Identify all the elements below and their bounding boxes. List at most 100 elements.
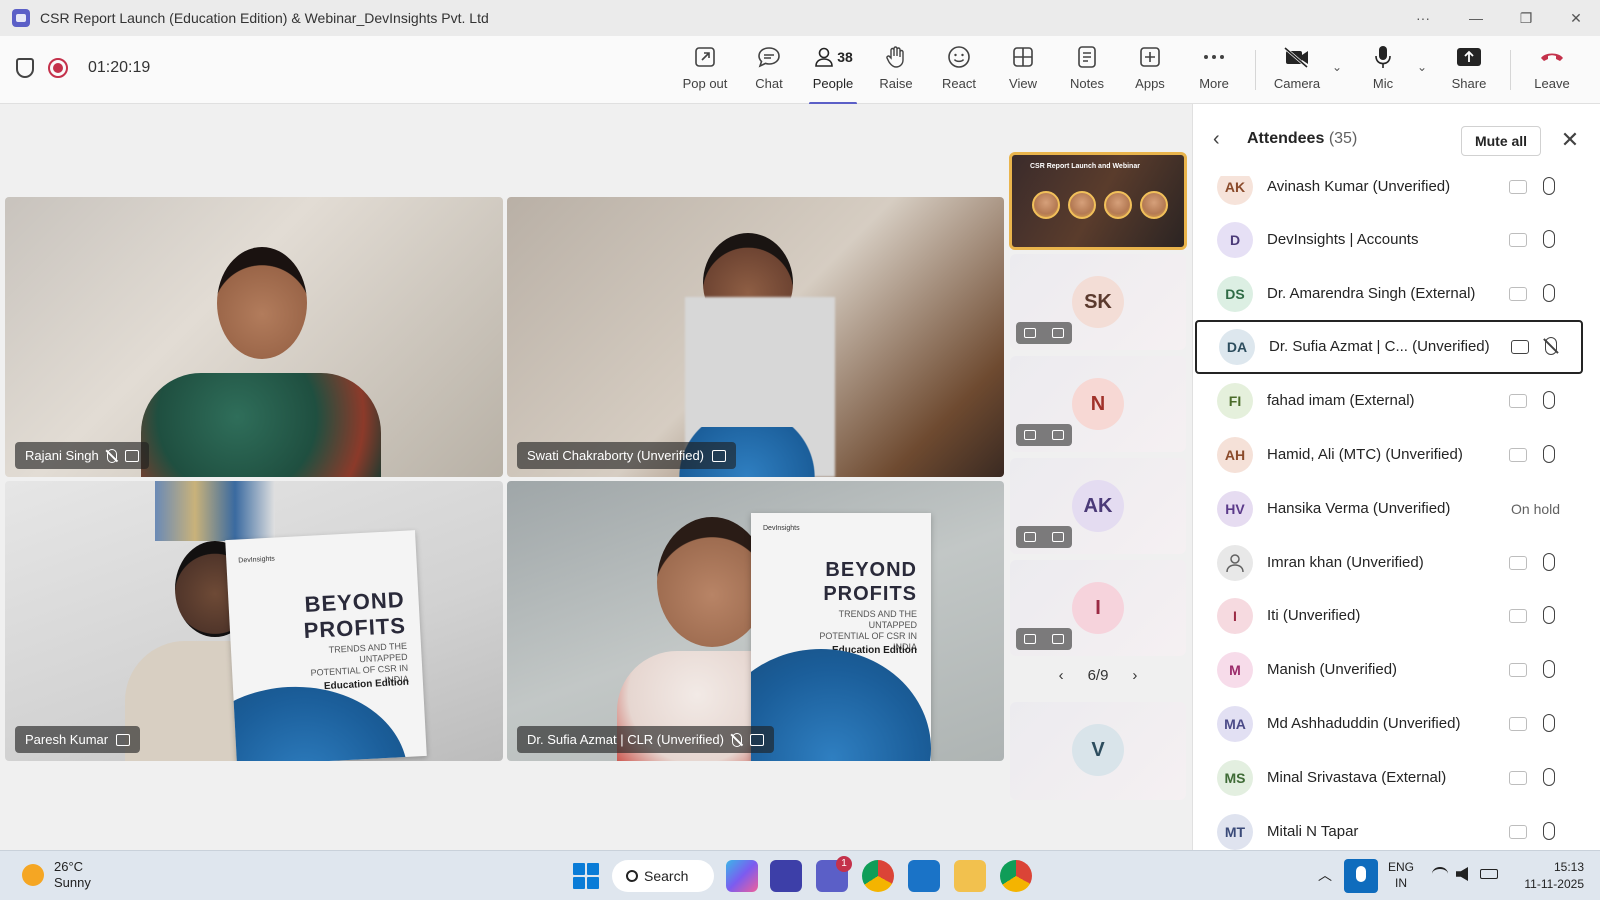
participant-strip-tile[interactable]: N xyxy=(1010,356,1186,452)
apps-grid-icon[interactable] xyxy=(770,860,802,892)
video-tile[interactable]: Rajani Singh xyxy=(5,197,503,477)
show-hidden-icons-chevron-icon[interactable]: ︿ xyxy=(1318,865,1332,885)
battery-icon[interactable] xyxy=(1480,869,1498,879)
leave-button[interactable]: Leave xyxy=(1521,42,1583,100)
notes-icon xyxy=(1078,46,1096,68)
view-button[interactable]: View xyxy=(992,42,1054,100)
attendee-row[interactable]: M Manish (Unverified) xyxy=(1193,643,1600,697)
apps-add-icon xyxy=(1140,47,1160,67)
tile-status-icons xyxy=(1016,526,1072,548)
bookshelf xyxy=(155,481,275,541)
pager-next-icon[interactable]: › xyxy=(1132,667,1137,684)
camera-options-chevron-icon[interactable]: ⌄ xyxy=(1332,60,1342,74)
system-clock[interactable]: 15:13 11-11-2025 xyxy=(1514,859,1584,893)
screen-share-thumbnail[interactable]: CSR Report Launch and Webinar xyxy=(1009,152,1187,250)
participant-strip-tile[interactable]: I xyxy=(1010,560,1186,656)
participant-face xyxy=(217,247,307,359)
language-indicator[interactable]: ENG IN xyxy=(1388,859,1414,891)
participant-strip-tile[interactable]: AK xyxy=(1010,458,1186,554)
more-button[interactable]: More xyxy=(1183,42,1245,100)
chrome-icon[interactable] xyxy=(862,860,894,892)
share-button[interactable]: Share xyxy=(1438,42,1500,100)
weather-widget[interactable]: 26°C Sunny xyxy=(22,859,91,891)
raise-hand-button[interactable]: Raise xyxy=(865,42,927,100)
windows-start-icon[interactable] xyxy=(570,860,602,892)
attendee-name: Md Ashhaduddin (Unverified) xyxy=(1267,715,1461,732)
participant-name: Dr. Sufia Azmat | CLR (Unverified) xyxy=(527,732,724,747)
attendee-row[interactable]: AK Avinash Kumar (Unverified) xyxy=(1193,176,1600,214)
speaker-photo xyxy=(1104,191,1132,219)
participant-strip-tile[interactable]: SK xyxy=(1010,254,1186,350)
mic-icon xyxy=(1543,660,1555,678)
video-tile[interactable]: DevInsights BEYOND PROFITS TRENDS AND TH… xyxy=(5,481,503,761)
wifi-icon[interactable] xyxy=(1432,867,1448,881)
publisher-logo: DevInsights xyxy=(763,525,800,532)
people-button[interactable]: 38 People xyxy=(802,42,864,105)
file-explorer-icon[interactable] xyxy=(954,860,986,892)
speaker-photo xyxy=(1032,191,1060,219)
people-count: 38 xyxy=(837,49,853,65)
video-stage: Rajani Singh Swati Chakraborty (Unverifi… xyxy=(0,104,1192,850)
teams-taskbar-icon[interactable]: 1 xyxy=(816,856,852,892)
participant-video xyxy=(141,373,381,477)
apps-button[interactable]: Apps xyxy=(1119,42,1181,100)
volume-icon[interactable] xyxy=(1456,867,1468,881)
pager-prev-icon[interactable]: ‹ xyxy=(1059,667,1064,684)
tile-status-icons xyxy=(1016,424,1072,446)
attendee-row[interactable]: MA Md Ashhaduddin (Unverified) xyxy=(1193,697,1600,751)
close-window-button[interactable]: ✕ xyxy=(1553,0,1599,36)
attendee-avatar: DA xyxy=(1219,329,1255,365)
meeting-toolbar: 01:20:19 Pop out Chat 38 People Raise Re… xyxy=(0,36,1600,105)
participant-strip-tile[interactable]: V xyxy=(1010,702,1186,800)
minimize-button[interactable]: — xyxy=(1453,0,1499,36)
tile-status-icons xyxy=(1016,628,1072,650)
popout-button[interactable]: Pop out xyxy=(674,42,736,100)
report-cover-blue-arc xyxy=(225,681,413,761)
attendee-row[interactable]: I Iti (Unverified) xyxy=(1193,589,1600,643)
video-tile[interactable]: Swati Chakraborty (Unverified) xyxy=(507,197,1004,477)
mic-options-chevron-icon[interactable]: ⌄ xyxy=(1417,60,1427,74)
mic-button[interactable]: Mic xyxy=(1352,42,1414,100)
window-title: CSR Report Launch (Education Edition) & … xyxy=(40,10,489,26)
notes-button[interactable]: Notes xyxy=(1056,42,1118,100)
taskbar-search[interactable]: Search xyxy=(612,860,714,892)
recording-icon xyxy=(48,58,68,78)
people-icon xyxy=(815,47,834,67)
attendee-avatar: I xyxy=(1217,598,1253,634)
attendees-list: AK Avinash Kumar (Unverified) D DevInsig… xyxy=(1193,176,1600,850)
chat-button[interactable]: Chat xyxy=(738,42,800,100)
mic-icon xyxy=(1543,445,1555,463)
region-code: IN xyxy=(1395,876,1407,890)
maximize-button[interactable]: ❐ xyxy=(1503,0,1549,36)
attendee-row[interactable]: DS Dr. Amarendra Singh (External) xyxy=(1193,267,1600,321)
participant-name-chip: Swati Chakraborty (Unverified) xyxy=(517,442,737,469)
view-grid-icon xyxy=(1013,47,1033,67)
attendee-row[interactable]: AH Hamid, Ali (MTC) (Unverified) xyxy=(1193,428,1600,482)
attendee-row[interactable]: MS Minal Srivastava (External) xyxy=(1193,751,1600,805)
attendee-row[interactable]: Imran khan (Unverified) xyxy=(1193,536,1600,590)
chrome-icon[interactable] xyxy=(1000,860,1032,892)
leave-label: Leave xyxy=(1534,76,1570,91)
attendee-row[interactable]: MT Mitali N Tapar xyxy=(1193,805,1600,850)
attendee-row[interactable]: FI fahad imam (External) xyxy=(1193,374,1600,428)
attendee-status: On hold xyxy=(1511,501,1561,517)
attendee-row[interactable]: D DevInsights | Accounts xyxy=(1193,213,1600,267)
toolbar-divider xyxy=(1510,50,1511,90)
back-chevron-icon[interactable]: ‹ xyxy=(1213,128,1220,151)
mute-all-button[interactable]: Mute all xyxy=(1461,126,1541,156)
mic-in-use-icon[interactable] xyxy=(1344,859,1378,893)
camera-button[interactable]: Camera xyxy=(1266,42,1328,100)
outlook-icon[interactable] xyxy=(908,860,940,892)
attendees-header: ‹ Attendees (35) Mute all ✕ xyxy=(1193,104,1600,176)
mic-icon xyxy=(1543,284,1555,302)
close-panel-icon[interactable]: ✕ xyxy=(1555,126,1585,156)
participant-avatar: V xyxy=(1072,724,1124,776)
video-tile[interactable]: DevInsights BEYOND PROFITS TRENDS AND TH… xyxy=(507,481,1004,761)
attendee-row[interactable]: HV Hansika Verma (Unverified) On hold xyxy=(1193,482,1600,536)
react-button[interactable]: React xyxy=(928,42,990,100)
m365-copilot-icon[interactable] xyxy=(726,860,758,892)
attendee-avatar: FI xyxy=(1217,383,1253,419)
more-options-icon[interactable]: ··· xyxy=(1400,0,1446,36)
raise-label: Raise xyxy=(879,76,913,91)
attendee-row-selected[interactable]: DA Dr. Sufia Azmat | C... (Unverified) xyxy=(1195,320,1583,374)
